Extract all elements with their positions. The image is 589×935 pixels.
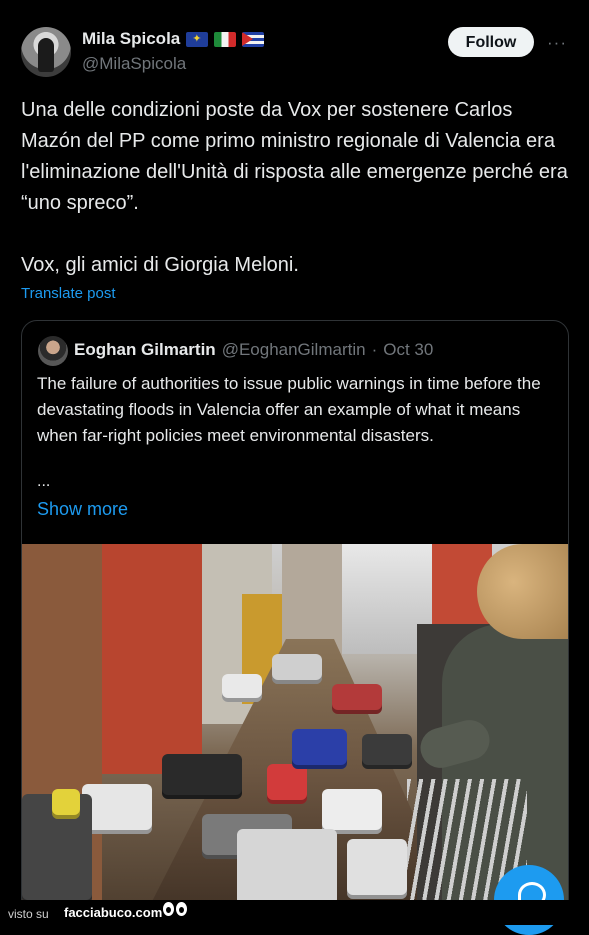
quoted-text: The failure of authorities to issue publ… <box>37 374 541 445</box>
separator-dot: · <box>371 340 378 359</box>
more-icon[interactable]: ··· <box>547 33 567 53</box>
author-name-row: Mila Spicola <box>82 29 265 49</box>
quoted-author-name: Eoghan Gilmartin <box>74 340 216 359</box>
eyes-logo-icon <box>163 902 189 920</box>
watermark-brand: facciabuco.com <box>64 905 163 920</box>
watermark-prefix: visto su <box>8 907 49 921</box>
tweet-paragraph: Vox, gli amici di Giorgia Meloni. <box>21 254 299 276</box>
quoted-tweet[interactable]: Eoghan Gilmartin @EoghanGilmartin · Oct … <box>21 320 569 922</box>
tweet-paragraph: Una delle condizioni poste da Vox per so… <box>21 99 568 214</box>
watermark-footer: visto su facciabuco.com <box>0 900 589 925</box>
tweet-text: Una delle condizioni poste da Vox per so… <box>21 95 576 281</box>
quoted-author-handle: @EoghanGilmartin <box>221 340 366 359</box>
show-more-link[interactable]: Show more <box>37 499 128 520</box>
author-handle[interactable]: @MilaSpicola <box>82 54 186 74</box>
follow-button[interactable]: Follow <box>448 27 534 57</box>
quoted-author-avatar <box>38 336 68 366</box>
quoted-ellipsis: ... <box>37 473 51 490</box>
author-avatar[interactable] <box>21 27 71 77</box>
eu-flag-icon <box>186 31 209 47</box>
italy-flag-icon <box>214 31 237 47</box>
author-name[interactable]: Mila Spicola <box>82 29 180 49</box>
translate-post-link[interactable]: Translate post <box>21 285 116 302</box>
quoted-header: Eoghan Gilmartin @EoghanGilmartin · Oct … <box>74 340 433 360</box>
cuba-flag-icon <box>242 31 265 47</box>
quoted-date: Oct 30 <box>383 340 434 359</box>
flooded-street-photo[interactable] <box>22 544 568 921</box>
